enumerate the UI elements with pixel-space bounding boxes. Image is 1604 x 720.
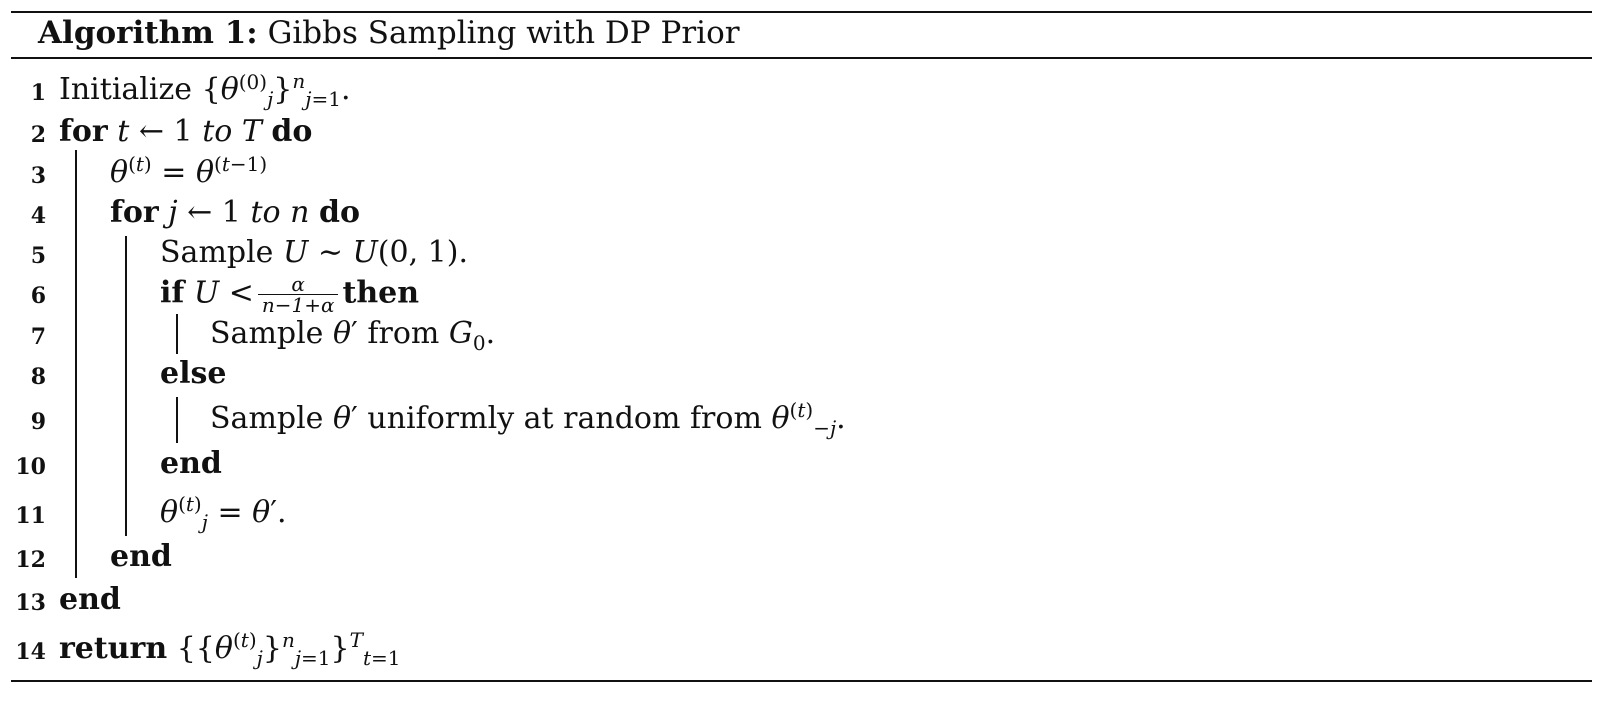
caption-rule — [11, 57, 1592, 59]
line-4-for-j: for j ← 1 to n do — [110, 195, 360, 230]
line-11-assign-theta-j: θ(t)j = θ′. — [160, 492, 287, 534]
for-j-block-bar — [125, 236, 127, 536]
line-8-else: else — [160, 356, 227, 391]
else-block-bar — [176, 397, 178, 443]
algorithm-caption: Algorithm 1: Gibbs Sampling with DP Prio… — [38, 14, 740, 52]
top-rule — [11, 11, 1592, 13]
line-number: 7 — [30, 324, 46, 350]
line-number: 9 — [30, 409, 46, 435]
line-number: 1 — [30, 80, 46, 106]
line-number: 14 — [15, 639, 46, 665]
line-number: 12 — [15, 547, 46, 573]
bottom-rule — [11, 680, 1592, 682]
line-number: 10 — [15, 454, 46, 480]
algorithm-label: Algorithm 1: — [38, 15, 258, 51]
for-t-block-bar — [75, 150, 77, 578]
line-5-sample-u: Sample U ∼ U(0, 1). — [160, 235, 468, 270]
line-7-sample-g0: Sample θ′ from G0. — [210, 316, 496, 355]
line-2-for-t: for t ← 1 to T do — [59, 114, 313, 149]
line-number: 5 — [30, 243, 46, 269]
line-3-assign-theta: θ(t) = θ(t−1) — [110, 152, 268, 190]
line-number: 13 — [15, 590, 46, 616]
line-number: 8 — [30, 364, 46, 390]
line-number: 2 — [30, 122, 46, 148]
line-number: 3 — [30, 163, 46, 189]
then-block-bar — [176, 314, 178, 354]
line-6-if: if U < α n−1+α then — [160, 272, 420, 317]
fraction: α n−1+α — [257, 274, 339, 315]
line-number: 4 — [30, 203, 46, 229]
line-14-return: return {{θ(t)j}nj=1}Tt=1 — [59, 628, 401, 670]
line-12-end: end — [110, 539, 172, 574]
line-9-sample-uniform: Sample θ′ uniformly at random from θ(t)−… — [210, 398, 846, 440]
line-10-end: end — [160, 446, 222, 481]
line-13-end: end — [59, 582, 121, 617]
line-number: 6 — [30, 283, 46, 309]
line-1-initialize: Initialize {θ(0)j}nj=1. — [59, 69, 351, 111]
line-number: 11 — [15, 503, 46, 529]
algorithm-title: Gibbs Sampling with DP Prior — [267, 15, 740, 51]
